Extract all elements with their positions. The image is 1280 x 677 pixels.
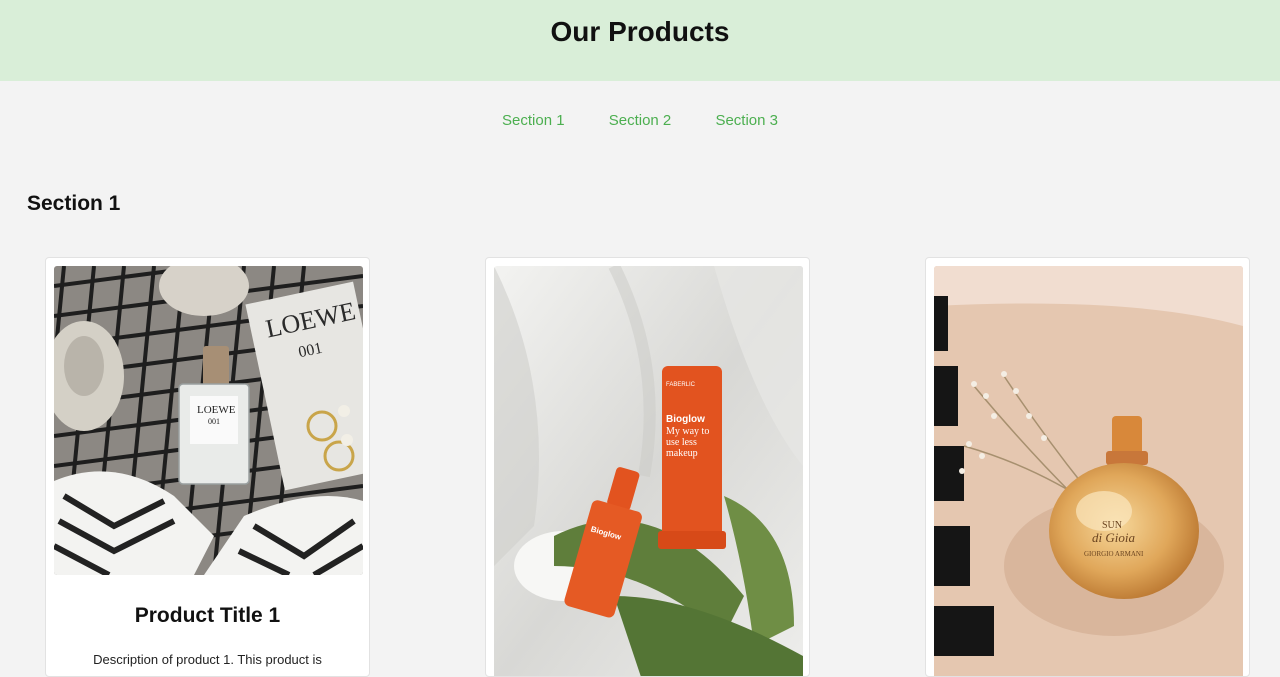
- product-card: FABERLIC Bioglow My way to use less make…: [485, 257, 810, 677]
- svg-text:GIORGIO ARMANI: GIORGIO ARMANI: [1084, 550, 1144, 558]
- product-image: LOEWE 001 LOEWE 001: [54, 266, 363, 575]
- page-header: Our Products: [0, 0, 1280, 81]
- svg-text:FABERLIC: FABERLIC: [666, 382, 696, 388]
- nav-link-section-3[interactable]: Section 3: [715, 112, 778, 129]
- product-description: Description of product 1. This product i…: [93, 652, 322, 667]
- product-card: SUN di Gioia GIORGIO ARMANI: [925, 257, 1250, 677]
- svg-text:use less: use less: [666, 437, 697, 448]
- section-nav: Section 1 Section 2 Section 3: [0, 112, 1280, 129]
- svg-text:001: 001: [208, 417, 220, 426]
- svg-text:makeup: makeup: [666, 448, 698, 459]
- product-title: Product Title 1: [134, 604, 281, 627]
- svg-text:LOEWE: LOEWE: [197, 404, 236, 416]
- svg-text:Bioglow: Bioglow: [666, 414, 705, 425]
- svg-text:di Gioia: di Gioia: [1092, 530, 1135, 545]
- product-image: FABERLIC Bioglow My way to use less make…: [494, 266, 803, 676]
- nav-link-section-2[interactable]: Section 2: [609, 112, 672, 129]
- nav-link-section-1[interactable]: Section 1: [502, 112, 565, 129]
- product-card: LOEWE 001 LOEWE 001 Product Title 1 Desc…: [45, 257, 370, 677]
- section-heading: Section 1: [27, 192, 121, 215]
- product-image: SUN di Gioia GIORGIO ARMANI: [934, 266, 1243, 676]
- page-title: Our Products: [550, 16, 730, 47]
- svg-text:My way to: My way to: [666, 426, 709, 437]
